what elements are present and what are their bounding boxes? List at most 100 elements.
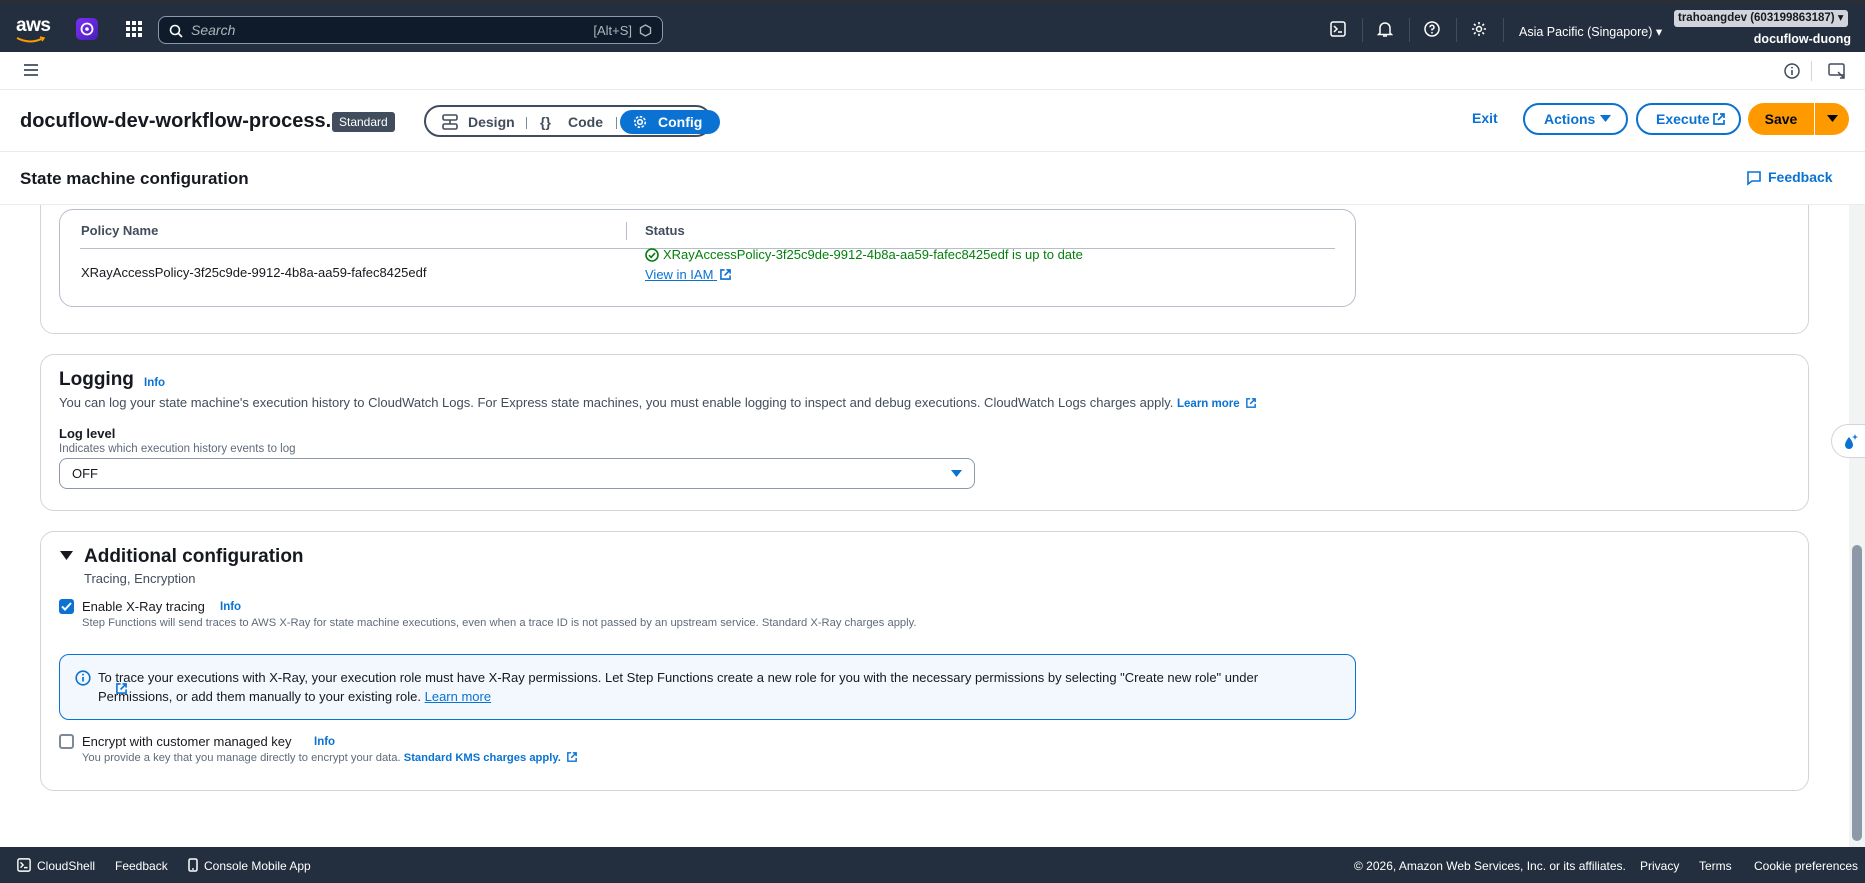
save-button[interactable]: Save xyxy=(1748,103,1814,135)
log-level-hint: Indicates which execution history events… xyxy=(59,443,296,455)
nav-divider xyxy=(1503,18,1504,42)
external-link-icon xyxy=(567,752,577,762)
execute-button[interactable]: Execute xyxy=(1636,103,1741,135)
gear-icon xyxy=(633,115,647,129)
braces-icon: {} xyxy=(540,114,551,130)
policy-status-text: XRayAccessPolicy-3f25c9de-9912-4b8a-aa59… xyxy=(663,247,1083,262)
notifications-panel-icon[interactable] xyxy=(1828,62,1846,80)
alert-learn-more-link[interactable]: Learn more xyxy=(116,683,491,704)
cloudshell-icon[interactable] xyxy=(1330,21,1346,37)
amazon-q-icon[interactable] xyxy=(639,24,652,37)
account-name: docuflow-duong xyxy=(1753,32,1851,46)
learn-more-link[interactable]: Learn more xyxy=(1177,398,1256,410)
region-selector[interactable]: Asia Pacific (Singapore) ▾ xyxy=(1519,24,1662,39)
mode-divider xyxy=(526,117,527,129)
alert-message: To trace your executions with X-Ray, you… xyxy=(98,668,1328,706)
mode-design-label: Design xyxy=(468,114,515,130)
search-input[interactable] xyxy=(191,17,571,43)
kms-info-link[interactable]: Info xyxy=(314,736,335,748)
external-link-icon xyxy=(116,683,127,694)
mode-design[interactable]: Design xyxy=(430,110,515,134)
alert-text: To trace your executions with X-Ray, you… xyxy=(98,670,1259,704)
checkmark-icon xyxy=(61,602,72,611)
xray-info-link[interactable]: Info xyxy=(220,601,241,613)
xray-tracing-checkbox[interactable] xyxy=(59,599,74,614)
footer-feedback-link[interactable]: Feedback xyxy=(115,859,168,873)
privacy-link[interactable]: Privacy xyxy=(1640,859,1679,873)
nav-divider xyxy=(1362,18,1363,42)
kms-charges-link[interactable]: Standard KMS charges apply. xyxy=(404,752,577,764)
caret-down-icon xyxy=(1600,115,1611,122)
page-title: State machine configuration xyxy=(20,169,249,188)
logging-info-link[interactable]: Info xyxy=(144,377,165,389)
logging-description: You can log your state machine's executi… xyxy=(59,395,1256,410)
aws-smile-icon xyxy=(16,36,46,43)
mode-switch: Design {} Code Config xyxy=(424,105,721,137)
feedback-icon xyxy=(1747,171,1761,186)
state-machine-header: docuflow-dev-workflow-process... Standar… xyxy=(0,90,1865,152)
learn-more-label: Learn more xyxy=(1177,398,1240,410)
kms-encryption-checkbox[interactable] xyxy=(59,734,74,749)
feedback-button[interactable]: Feedback xyxy=(1746,169,1833,186)
caret-down-icon xyxy=(1827,115,1838,122)
services-grid-icon[interactable] xyxy=(126,21,142,37)
cookie-preferences-link[interactable]: Cookie preferences xyxy=(1754,859,1858,873)
exit-button[interactable]: Exit xyxy=(1472,110,1498,126)
kms-description-text: You provide a key that you manage direct… xyxy=(82,752,401,764)
config-content: Policy Name Status XRayAccessPolicy-3f25… xyxy=(0,205,1849,847)
menu-icon[interactable] xyxy=(23,63,39,77)
help-icon[interactable] xyxy=(1424,21,1440,37)
info-circle-icon xyxy=(75,670,91,686)
cloudshell-icon xyxy=(17,858,31,872)
search-icon xyxy=(169,24,183,38)
additional-configuration-subtitle: Tracing, Encryption xyxy=(84,571,196,586)
type-badge: Standard xyxy=(332,112,395,132)
save-options-dropdown[interactable] xyxy=(1815,103,1849,135)
external-link-icon xyxy=(1713,113,1725,125)
policy-name-cell: XRayAccessPolicy-3f25c9de-9912-4b8a-aa59… xyxy=(81,265,427,280)
scrollbar-thumb[interactable] xyxy=(1852,545,1862,841)
view-in-iam-link[interactable]: View in IAM xyxy=(645,267,731,282)
xray-tracing-label[interactable]: Enable X-Ray tracing xyxy=(82,599,205,614)
console-mobile-app-link[interactable]: Console Mobile App xyxy=(188,858,311,873)
search-box[interactable]: [Alt+S] xyxy=(158,16,663,44)
account-menu[interactable]: trahoangdev (603199863187) ▾ xyxy=(1674,10,1848,27)
console-mobile-app-label: Console Mobile App xyxy=(204,859,311,873)
terms-link[interactable]: Terms xyxy=(1699,859,1732,873)
policy-table: Policy Name Status XRayAccessPolicy-3f25… xyxy=(59,209,1356,307)
toolbar-divider xyxy=(1811,61,1812,81)
aws-logo[interactable]: aws xyxy=(16,15,51,37)
view-in-iam-label: View in IAM xyxy=(645,267,714,282)
settings-gear-icon[interactable] xyxy=(1471,21,1487,37)
vertical-scrollbar[interactable] xyxy=(1849,205,1865,847)
step-functions-service-icon[interactable] xyxy=(76,18,98,40)
feedback-label: Feedback xyxy=(1768,169,1833,185)
actions-button[interactable]: Actions xyxy=(1523,103,1628,135)
success-check-icon xyxy=(645,248,659,262)
mode-config-label: Config xyxy=(658,114,703,130)
xray-tracing-description: Step Functions will send traces to AWS X… xyxy=(82,617,917,629)
column-header-status: Status xyxy=(645,223,685,238)
actions-label: Actions xyxy=(1544,111,1596,127)
log-level-select[interactable]: OFF xyxy=(59,458,975,489)
config-header: State machine configuration Feedback xyxy=(0,152,1865,205)
mobile-phone-icon xyxy=(188,858,198,872)
log-level-label: Log level xyxy=(59,426,116,441)
info-circle-icon[interactable] xyxy=(1784,63,1800,79)
console-footer: CloudShell Feedback Console Mobile App ©… xyxy=(0,847,1865,883)
expand-caret-icon[interactable] xyxy=(60,551,73,561)
cloudshell-footer-button[interactable]: CloudShell xyxy=(17,858,95,873)
secondary-toolbar xyxy=(0,52,1865,90)
mode-config[interactable]: Config xyxy=(620,110,721,134)
additional-configuration-heading[interactable]: Additional configuration xyxy=(84,546,304,568)
copyright-text: © 2026, Amazon Web Services, Inc. or its… xyxy=(1354,859,1626,873)
bell-icon[interactable] xyxy=(1377,21,1393,38)
nav-divider xyxy=(1456,18,1457,42)
amazon-q-floating-button[interactable] xyxy=(1831,424,1865,458)
search-shortcut: [Alt+S] xyxy=(593,23,632,38)
mode-code[interactable]: {} Code xyxy=(530,110,603,134)
logging-description-text: You can log your state machine's executi… xyxy=(59,395,1174,410)
log-level-value: OFF xyxy=(72,466,98,481)
kms-encryption-label[interactable]: Encrypt with customer managed key xyxy=(82,734,292,749)
design-icon xyxy=(442,114,458,130)
